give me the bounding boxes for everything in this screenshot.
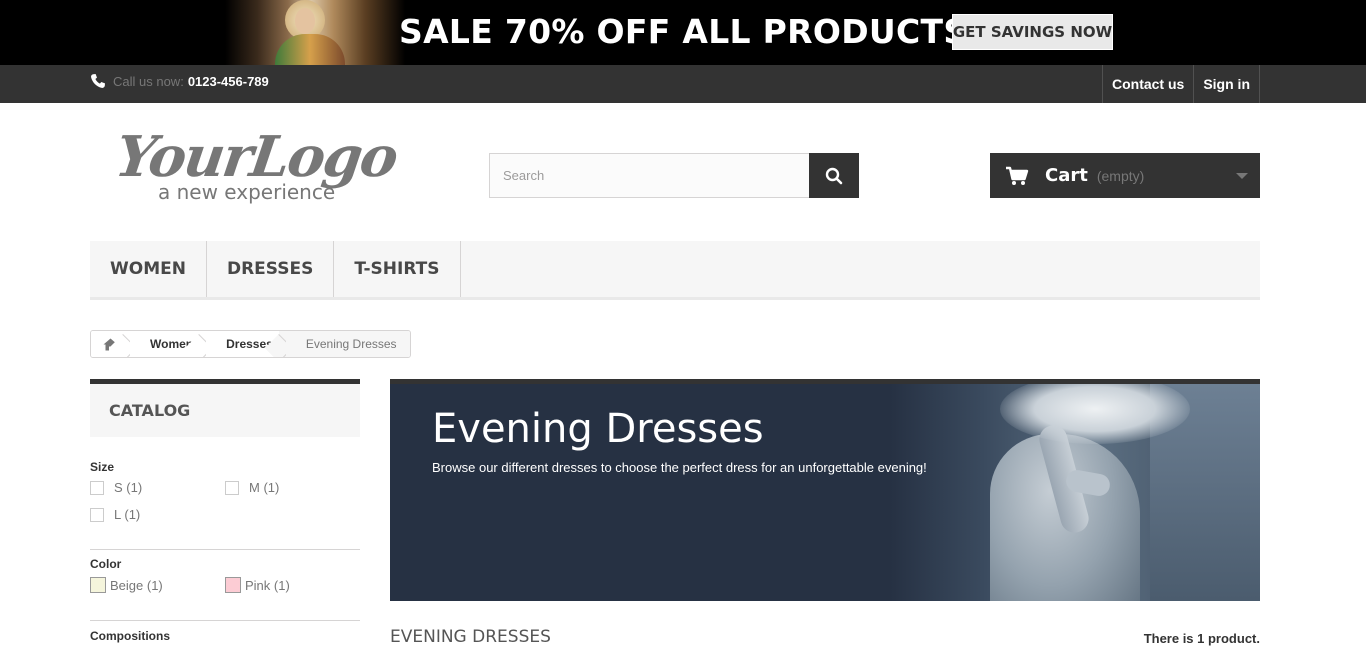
compositions-filter: Compositions (90, 629, 360, 649)
size-m-label: M (1) (249, 480, 280, 495)
size-l-label: L (1) (114, 507, 141, 522)
compositions-filter-title: Compositions (90, 629, 170, 643)
size-filter: Size S (1) M (1) L (1) (90, 460, 360, 534)
phone-icon (91, 74, 105, 88)
main-menu: Women Dresses T-shirts (90, 241, 1260, 300)
catalog-heading: Catalog (90, 379, 360, 437)
size-l-option[interactable]: L (1) (90, 507, 140, 522)
cart-status: (empty) (1096, 167, 1145, 184)
filter-divider (90, 549, 360, 550)
search-input[interactable] (489, 153, 810, 198)
cart-button[interactable]: Cart (empty) (990, 153, 1260, 198)
phone-info: Call us now: 0123-456-789 (90, 73, 269, 89)
promo-model-image (225, 0, 405, 65)
menu-item-tshirts[interactable]: T-shirts (334, 241, 461, 297)
category-banner: Evening Dresses Browse our different dre… (390, 379, 1260, 601)
search-icon (825, 167, 843, 184)
top-nav-bar: Call us now: 0123-456-789 Contact us Sig… (0, 65, 1366, 103)
size-l-checkbox[interactable] (90, 507, 104, 522)
promo-headline: SALE 70% OFF ALL PRODUCTS (399, 12, 968, 51)
color-filter-title: Color (90, 557, 122, 571)
size-filter-title: Size (90, 460, 115, 474)
logo-tagline: a new experience (158, 180, 336, 204)
cart-label: Cart (1045, 165, 1088, 186)
color-pink-option[interactable]: Pink (1) (225, 577, 290, 593)
size-s-checkbox[interactable] (90, 480, 104, 495)
breadcrumb-women[interactable]: Women (130, 331, 214, 357)
color-filter: Color Beige (1) Pink (1) (90, 557, 360, 604)
phone-number: 0123-456-789 (187, 73, 269, 89)
top-nav-links: Contact us Sign in (1101, 65, 1260, 103)
sign-in-link[interactable]: Sign in (1193, 65, 1260, 103)
breadcrumb-current-label: Evening Dresses (305, 337, 397, 351)
breadcrumb: Women Dresses Evening Dresses (90, 330, 411, 358)
breadcrumb-current: Evening Dresses (285, 331, 410, 357)
filter-divider (90, 620, 360, 621)
size-m-option[interactable]: M (1) (225, 480, 279, 495)
call-us-label: Call us now: (113, 73, 184, 89)
category-banner-image (890, 384, 1260, 601)
category-banner-description: Browse our different dresses to choose t… (432, 460, 927, 475)
category-heading: Evening Dresses (390, 627, 551, 647)
cart-icon (1006, 166, 1029, 185)
menu-item-women[interactable]: Women (90, 241, 207, 297)
color-pink-swatch[interactable] (225, 577, 241, 593)
cart-dropdown-icon (1236, 173, 1248, 179)
site-logo[interactable]: YourLogo a new experience (111, 124, 402, 214)
size-m-checkbox[interactable] (225, 480, 239, 495)
size-s-option[interactable]: S (1) (90, 480, 142, 495)
color-beige-option[interactable]: Beige (1) (90, 577, 163, 593)
breadcrumb-dresses[interactable]: Dresses (206, 331, 293, 357)
color-pink-label: Pink (1) (245, 577, 290, 593)
menu-item-dresses[interactable]: Dresses (207, 241, 335, 297)
breadcrumb-home[interactable] (91, 331, 137, 357)
color-beige-swatch[interactable] (90, 577, 106, 593)
category-banner-title: Evening Dresses (432, 406, 764, 452)
color-beige-label: Beige (1) (110, 577, 163, 593)
product-counter: There is 1 product. (1143, 631, 1260, 646)
promo-banner[interactable]: SALE 70% OFF ALL PRODUCTS GET SAVINGS NO… (0, 0, 1366, 65)
get-savings-button[interactable]: GET SAVINGS NOW (952, 14, 1113, 50)
search-form (489, 153, 859, 198)
contact-us-link[interactable]: Contact us (1101, 65, 1193, 103)
size-s-label: S (1) (114, 480, 143, 495)
search-button[interactable] (809, 153, 859, 198)
